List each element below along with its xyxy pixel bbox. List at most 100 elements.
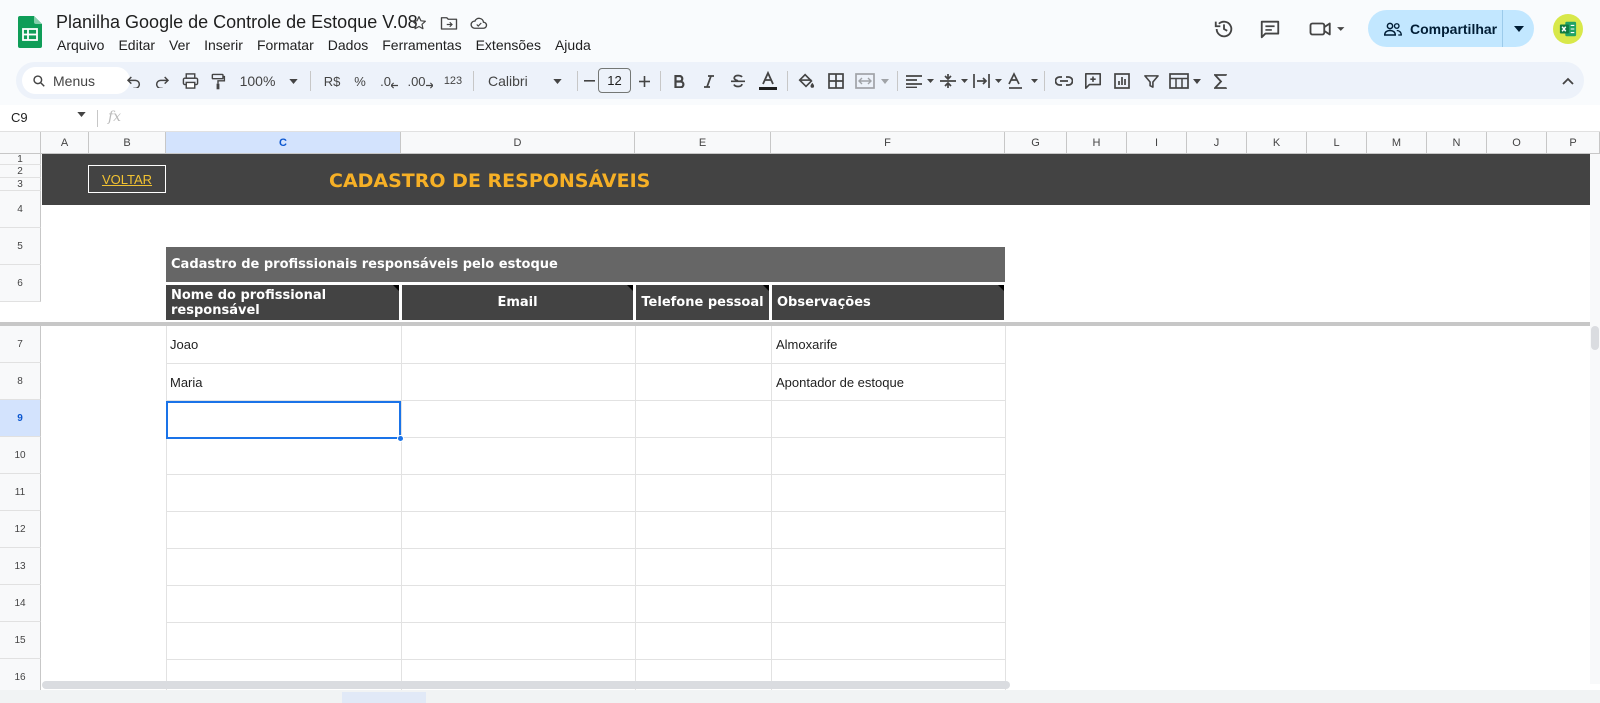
zoom-select[interactable]: 100% (236, 69, 302, 93)
menu-ajuda[interactable]: Ajuda (548, 35, 598, 55)
column-header-c[interactable]: C (166, 132, 401, 154)
filter-icon[interactable] (1139, 69, 1163, 93)
horizontal-scrollbar[interactable] (42, 681, 1010, 689)
strikethrough-icon[interactable] (727, 69, 749, 93)
row-header-9[interactable]: 9 (0, 400, 41, 437)
currency-format-button[interactable]: R$ (320, 69, 344, 93)
column-header-l[interactable]: L (1307, 132, 1367, 154)
name-box[interactable]: C9 (11, 110, 28, 125)
row-header-10[interactable]: 10 (0, 437, 41, 474)
column-header-n[interactable]: N (1427, 132, 1487, 154)
menu-search[interactable]: Menus (22, 67, 130, 94)
row-header-3[interactable]: 3 (0, 178, 41, 191)
voltar-button[interactable]: VOLTAR (88, 165, 166, 193)
row-header-14[interactable]: 14 (0, 585, 41, 622)
percent-format-button[interactable]: % (350, 69, 370, 93)
version-history-icon[interactable] (1211, 16, 1237, 42)
menu-dados[interactable]: Dados (321, 35, 375, 55)
print-icon[interactable] (178, 69, 202, 93)
bold-icon[interactable] (668, 69, 690, 93)
column-header-m[interactable]: M (1367, 132, 1427, 154)
row-header-12[interactable]: 12 (0, 511, 41, 548)
fill-color-icon[interactable] (794, 69, 818, 93)
row-header-15[interactable]: 15 (0, 622, 41, 659)
move-folder-icon[interactable] (438, 12, 460, 34)
functions-icon[interactable] (1208, 69, 1232, 93)
row-header-13[interactable]: 13 (0, 548, 41, 585)
header-name: Nome do profissional responsável (166, 285, 399, 320)
meet-icon[interactable] (1307, 16, 1347, 42)
document-title[interactable]: Planilha Google de Controle de Estoque V… (56, 12, 418, 33)
comments-icon[interactable] (1257, 16, 1283, 42)
menu-ver[interactable]: Ver (162, 35, 197, 55)
decrease-font-size-icon[interactable] (582, 69, 596, 93)
row-header-4[interactable]: 4 (0, 191, 41, 228)
menu-formatar[interactable]: Formatar (250, 35, 321, 55)
fill-handle[interactable] (397, 435, 404, 442)
row-header-7[interactable]: 7 (0, 326, 41, 363)
vertical-scroll-track[interactable] (1590, 154, 1600, 684)
text-rotation-icon[interactable] (1006, 69, 1040, 93)
cell-c7[interactable]: Joao (166, 326, 400, 363)
horizontal-align-icon[interactable] (904, 69, 936, 93)
cell-f7[interactable]: Almoxarife (772, 326, 1004, 363)
menu-arquivo[interactable]: Arquivo (50, 35, 111, 55)
share-main-button[interactable]: Compartilhar (1368, 10, 1502, 47)
column-header-a[interactable]: A (41, 132, 89, 154)
insert-comment-icon[interactable] (1081, 69, 1105, 93)
sheets-logo-icon[interactable] (18, 16, 42, 48)
menu-editar[interactable]: Editar (111, 35, 162, 55)
caret-down-icon[interactable] (77, 112, 86, 117)
insert-chart-icon[interactable] (1110, 69, 1134, 93)
column-header-o[interactable]: O (1487, 132, 1547, 154)
cell-c8[interactable]: Maria (166, 364, 400, 401)
menu-inserir[interactable]: Inserir (197, 35, 250, 55)
vertical-scrollbar[interactable] (1591, 326, 1599, 350)
row-header-1[interactable]: 1 (0, 154, 41, 165)
column-header-j[interactable]: J (1187, 132, 1247, 154)
row-header-8[interactable]: 8 (0, 363, 41, 400)
redo-icon[interactable] (150, 69, 174, 93)
italic-icon[interactable] (698, 69, 720, 93)
cell-f8[interactable]: Apontador de estoque (772, 364, 1004, 401)
text-color-icon[interactable] (756, 69, 780, 93)
row-header-6[interactable]: 6 (0, 265, 41, 302)
column-header-g[interactable]: G (1005, 132, 1067, 154)
column-header-i[interactable]: I (1127, 132, 1187, 154)
vertical-align-icon[interactable] (938, 69, 970, 93)
sheet-tabs-bar (0, 690, 1600, 703)
decrease-decimal-button[interactable]: .0 (376, 69, 402, 93)
increase-decimal-button[interactable]: .00 (405, 69, 435, 93)
column-header-p[interactable]: P (1547, 132, 1600, 154)
star-icon[interactable] (408, 12, 430, 34)
merge-cells-icon[interactable] (854, 69, 892, 93)
more-formats-button[interactable]: 123 (440, 69, 466, 93)
cloud-status-icon[interactable] (468, 12, 490, 34)
row-header-11[interactable]: 11 (0, 474, 41, 511)
insert-link-icon[interactable] (1052, 69, 1076, 93)
font-family-select[interactable]: Calibri (482, 69, 570, 93)
column-header-e[interactable]: E (635, 132, 771, 154)
column-header-k[interactable]: K (1247, 132, 1307, 154)
column-header-f[interactable]: F (771, 132, 1005, 154)
menu-ferramentas[interactable]: Ferramentas (375, 35, 468, 55)
column-header-h[interactable]: H (1067, 132, 1127, 154)
sheet-tab[interactable] (342, 692, 426, 703)
column-header-b[interactable]: B (89, 132, 166, 154)
row-header-5[interactable]: 5 (0, 228, 41, 265)
paint-format-icon[interactable] (206, 69, 230, 93)
borders-icon[interactable] (824, 69, 848, 93)
collapse-toolbar-icon[interactable] (1556, 69, 1580, 93)
undo-icon[interactable] (122, 69, 146, 93)
row-header-2[interactable]: 2 (0, 165, 41, 178)
text-wrapping-icon[interactable] (972, 69, 1004, 93)
share-dropdown[interactable] (1503, 25, 1534, 32)
font-size-input[interactable]: 12 (598, 68, 631, 93)
column-header-d[interactable]: D (401, 132, 635, 154)
active-cell-c9[interactable] (166, 401, 401, 439)
select-all-corner[interactable] (0, 132, 41, 154)
account-avatar[interactable] (1553, 14, 1583, 44)
increase-font-size-icon[interactable] (636, 69, 652, 93)
filter-views-icon[interactable] (1168, 69, 1204, 93)
menu-extensoes[interactable]: Extensões (469, 35, 548, 55)
